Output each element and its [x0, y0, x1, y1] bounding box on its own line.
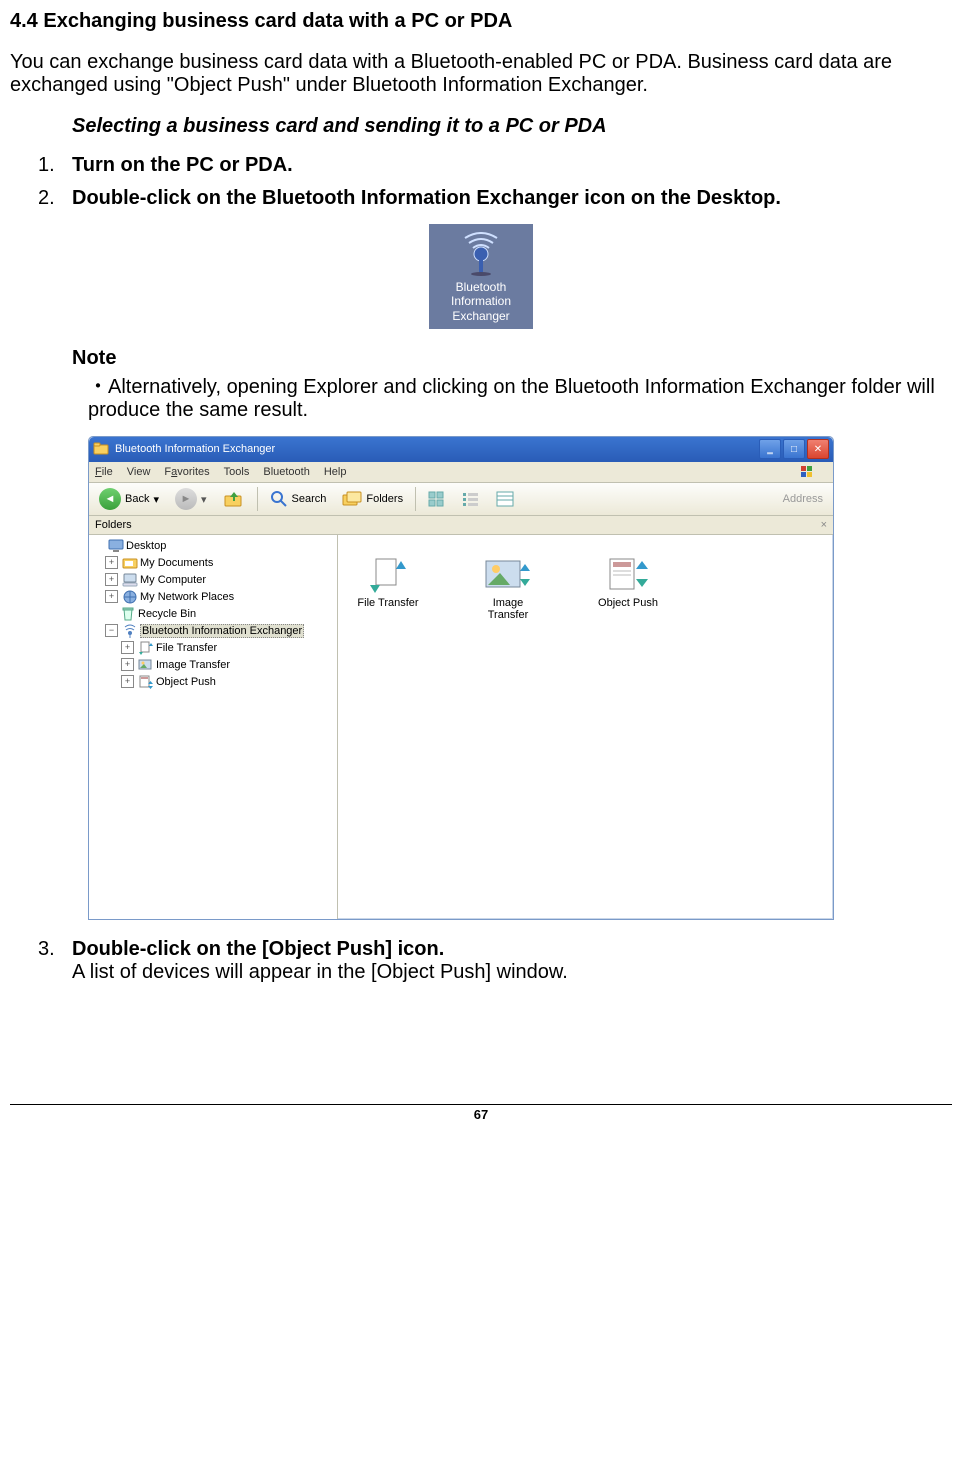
back-button[interactable]: ◄Back ▾ [93, 486, 165, 512]
view-list-button[interactable] [456, 486, 486, 512]
view-details-button[interactable] [490, 486, 520, 512]
minimize-button[interactable]: ‗ [759, 439, 781, 459]
desktop-icon-label: Exchanger [429, 309, 533, 323]
view-details-icon [496, 491, 514, 507]
tree-object-push[interactable]: +Object Push [89, 673, 337, 690]
menu-favorites[interactable]: Favorites [164, 466, 209, 478]
menu-tools[interactable]: Tools [224, 466, 250, 478]
tree-image-transfer[interactable]: +Image Transfer [89, 656, 337, 673]
computer-icon [122, 572, 138, 588]
up-button[interactable] [217, 486, 251, 512]
toolbar: ◄Back ▾ ► ▾ Search Folders Address [89, 483, 833, 516]
maximize-button[interactable]: □ [783, 439, 805, 459]
content-image-transfer[interactable]: Image Transfer [468, 553, 548, 621]
note-body: ・Alternatively, opening Explorer and cli… [88, 370, 952, 422]
folders-button[interactable]: Folders [336, 486, 409, 512]
network-icon [122, 589, 138, 605]
object-push-icon [604, 555, 652, 595]
icon-label: Image [468, 597, 548, 609]
forward-button[interactable]: ► ▾ [169, 486, 213, 512]
content-object-push[interactable]: Object Push [588, 553, 668, 621]
menu-file[interactable]: FFileile [95, 466, 113, 478]
folder-icon [93, 441, 109, 457]
content-file-transfer[interactable]: File Transfer [348, 553, 428, 621]
step-number: 3. [38, 938, 72, 984]
step-3-plain: A list of devices will appear in the [Ob… [72, 961, 952, 984]
desktop-icon-label: Information [429, 294, 533, 308]
desktop-icon [108, 538, 124, 554]
windows-logo-icon [799, 464, 827, 480]
folders-icon [342, 490, 362, 508]
step-number: 2. [38, 187, 72, 210]
icon-label: File Transfer [348, 597, 428, 609]
close-pane-button[interactable]: × [821, 519, 827, 531]
window-title: Bluetooth Information Exchanger [115, 443, 275, 455]
step-3-bold: Double-click on the [Object Push] icon. [72, 938, 952, 961]
image-transfer-icon [484, 555, 532, 595]
sub-heading: Selecting a business card and sending it… [72, 115, 952, 138]
view-list-icon [462, 491, 480, 507]
folder-tree: Desktop +My Documents +My Computer +My N… [89, 535, 338, 919]
section-heading: 4.4 Exchanging business card data with a… [10, 10, 952, 33]
tree-bie[interactable]: −Bluetooth Information Exchanger [89, 622, 337, 639]
folders-pane-header: Folders × [89, 516, 833, 535]
bluetooth-antenna-icon [457, 232, 505, 276]
step-1-text: Turn on the PC or PDA. [72, 154, 952, 177]
object-push-icon [138, 674, 154, 690]
close-button[interactable]: ✕ [807, 439, 829, 459]
explorer-window: Bluetooth Information Exchanger ‗ □ ✕ FF… [88, 436, 834, 920]
desktop-icon-figure: Bluetooth Information Exchanger [429, 224, 533, 329]
folder-icon [122, 555, 138, 571]
bluetooth-icon [122, 623, 138, 639]
tree-my-computer[interactable]: +My Computer [89, 571, 337, 588]
tree-my-documents[interactable]: +My Documents [89, 554, 337, 571]
menu-help[interactable]: Help [324, 466, 347, 478]
step-2-text: Double-click on the Bluetooth Informatio… [72, 187, 952, 210]
folder-up-icon [223, 489, 245, 509]
tree-file-transfer[interactable]: +File Transfer [89, 639, 337, 656]
note-heading: Note [72, 347, 952, 370]
file-transfer-icon [138, 640, 154, 656]
recycle-icon [120, 606, 136, 622]
file-transfer-icon [366, 555, 410, 595]
tree-recycle-bin[interactable]: Recycle Bin [89, 605, 337, 622]
page-footer: 67 [10, 1104, 952, 1122]
page-number: 67 [474, 1107, 488, 1122]
content-pane: File Transfer Image Transfer Object Push [338, 535, 833, 919]
menu-bar: FFileile View Favorites Tools Bluetooth … [89, 462, 833, 483]
address-label: Address [783, 493, 829, 505]
search-button[interactable]: Search [264, 486, 333, 512]
intro-paragraph: You can exchange business card data with… [10, 51, 952, 97]
search-icon [270, 490, 288, 508]
icon-label: Transfer [468, 609, 548, 621]
folders-label: Folders [95, 519, 132, 531]
icon-label: Object Push [588, 597, 668, 609]
window-titlebar[interactable]: Bluetooth Information Exchanger ‗ □ ✕ [89, 437, 833, 462]
image-transfer-icon [138, 657, 154, 673]
desktop-icon-label: Bluetooth [429, 280, 533, 294]
tree-desktop[interactable]: Desktop [89, 537, 337, 554]
menu-bluetooth[interactable]: Bluetooth [263, 466, 309, 478]
step-number: 1. [38, 154, 72, 177]
tree-my-network[interactable]: +My Network Places [89, 588, 337, 605]
menu-view[interactable]: View [127, 466, 151, 478]
view-thumbnails-button[interactable] [422, 486, 452, 512]
view-grid-icon [428, 491, 446, 507]
